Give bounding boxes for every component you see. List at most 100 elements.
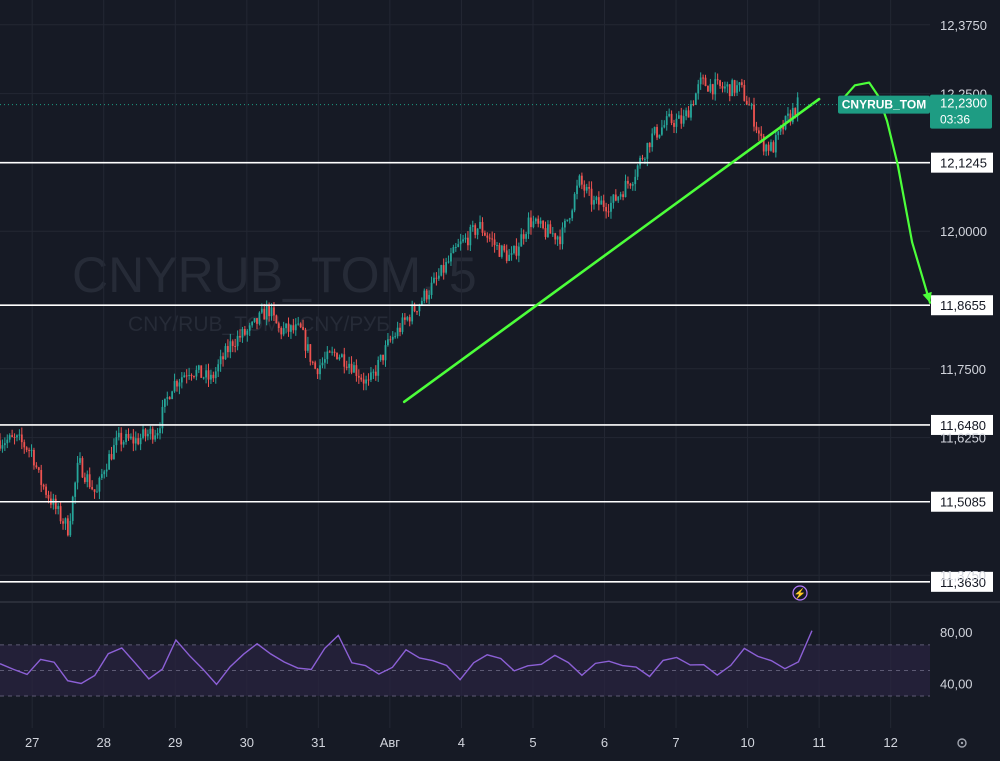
candle-body xyxy=(294,324,297,331)
candle-body xyxy=(125,433,127,443)
price-tick-label: 11,7500 xyxy=(940,362,986,377)
candle-body xyxy=(554,233,557,240)
candle-body xyxy=(16,435,18,438)
candle-body xyxy=(88,474,91,488)
candle-body xyxy=(624,180,627,198)
candle-body xyxy=(517,246,520,256)
candle-body xyxy=(619,194,622,197)
candle-body xyxy=(687,110,690,118)
candle-body xyxy=(413,305,416,312)
gear-icon-core xyxy=(960,741,964,745)
candle-body xyxy=(47,494,50,499)
candle-body xyxy=(500,245,503,257)
candle-body xyxy=(193,376,195,378)
candle-body xyxy=(379,354,382,361)
candle-body xyxy=(479,221,481,229)
candle-body xyxy=(542,220,544,229)
candle-body xyxy=(505,250,508,261)
candle-body xyxy=(42,484,45,487)
candle-body xyxy=(224,346,227,360)
candle-body xyxy=(493,239,496,246)
chart-container[interactable]: CNYRUB_TOM, 5 CNY/RUB_TOM · CNY/РУБ 12,1… xyxy=(0,0,1000,756)
candle-body xyxy=(197,365,200,370)
bolt-badge[interactable]: ⚡ xyxy=(792,585,808,601)
candle-body xyxy=(83,477,86,482)
candle-body xyxy=(639,157,641,166)
chart-svg[interactable]: CNYRUB_TOM, 5 CNY/RUB_TOM · CNY/РУБ 12,1… xyxy=(0,0,1000,756)
candle-body xyxy=(54,498,57,509)
candle-body xyxy=(11,435,14,437)
candle-body xyxy=(323,359,326,363)
candle-body xyxy=(399,327,401,332)
candle-body xyxy=(612,194,615,203)
candle-body xyxy=(217,364,220,372)
price-tick-label: 12,3750 xyxy=(940,18,987,33)
candle-body xyxy=(743,84,746,101)
candle-body xyxy=(105,469,108,472)
level-label: 12,1245 xyxy=(940,156,987,171)
candle-body xyxy=(18,434,21,436)
candle-body xyxy=(144,429,147,437)
candle-body xyxy=(515,245,518,256)
candle-body xyxy=(227,346,229,353)
candle-body xyxy=(711,84,714,95)
candle-body xyxy=(168,397,171,400)
candle-body xyxy=(326,351,329,360)
candle-body xyxy=(593,200,595,205)
candle-body xyxy=(600,200,603,205)
candle-body xyxy=(64,518,67,524)
candle-body xyxy=(530,217,532,228)
candle-body xyxy=(549,224,552,234)
candle-body xyxy=(796,97,799,116)
candle-body xyxy=(108,454,111,470)
candle-body xyxy=(137,438,140,445)
candle-body xyxy=(663,125,666,128)
candle-body xyxy=(721,86,724,89)
candle-body xyxy=(774,135,777,153)
candle-body xyxy=(670,113,673,123)
time-tick-label: 28 xyxy=(96,735,110,750)
level-label: 11,8655 xyxy=(940,298,986,313)
candle-body xyxy=(644,158,646,160)
candle-body xyxy=(134,438,137,444)
candle-body xyxy=(100,474,103,478)
candle-body xyxy=(660,127,663,135)
candle-body xyxy=(178,382,181,387)
candle-body xyxy=(156,433,159,436)
candle-body xyxy=(273,307,275,316)
candle-body xyxy=(338,357,341,360)
candle-body xyxy=(488,237,491,239)
candle-body xyxy=(374,371,377,376)
candle-body xyxy=(377,360,380,376)
candle-body xyxy=(256,318,258,324)
candle-body xyxy=(149,428,152,434)
candle-body xyxy=(382,354,384,361)
candle-body xyxy=(231,341,234,346)
candle-body xyxy=(435,277,438,279)
candle-body xyxy=(290,325,292,332)
candle-body xyxy=(297,323,300,325)
candle-body xyxy=(503,245,506,251)
candle-body xyxy=(336,352,338,360)
candle-body xyxy=(146,433,149,437)
candle-body xyxy=(559,236,561,245)
candle-body xyxy=(268,305,271,317)
candle-body xyxy=(367,379,370,381)
candle-body xyxy=(185,375,188,377)
candle-body xyxy=(1,445,4,449)
candle-body xyxy=(704,77,707,87)
candle-body xyxy=(539,220,542,224)
candle-body xyxy=(331,351,334,353)
candle-body xyxy=(496,245,498,247)
candle-body xyxy=(202,377,205,379)
candle-body xyxy=(130,436,132,439)
candle-body xyxy=(23,442,26,448)
candle-body xyxy=(59,506,62,522)
candle-body xyxy=(697,84,700,94)
candle-body xyxy=(394,336,397,338)
candle-body xyxy=(728,84,731,97)
candle-body xyxy=(605,207,608,212)
candle-body xyxy=(316,368,319,375)
candle-body xyxy=(280,328,283,335)
time-tick-label: 29 xyxy=(168,735,182,750)
